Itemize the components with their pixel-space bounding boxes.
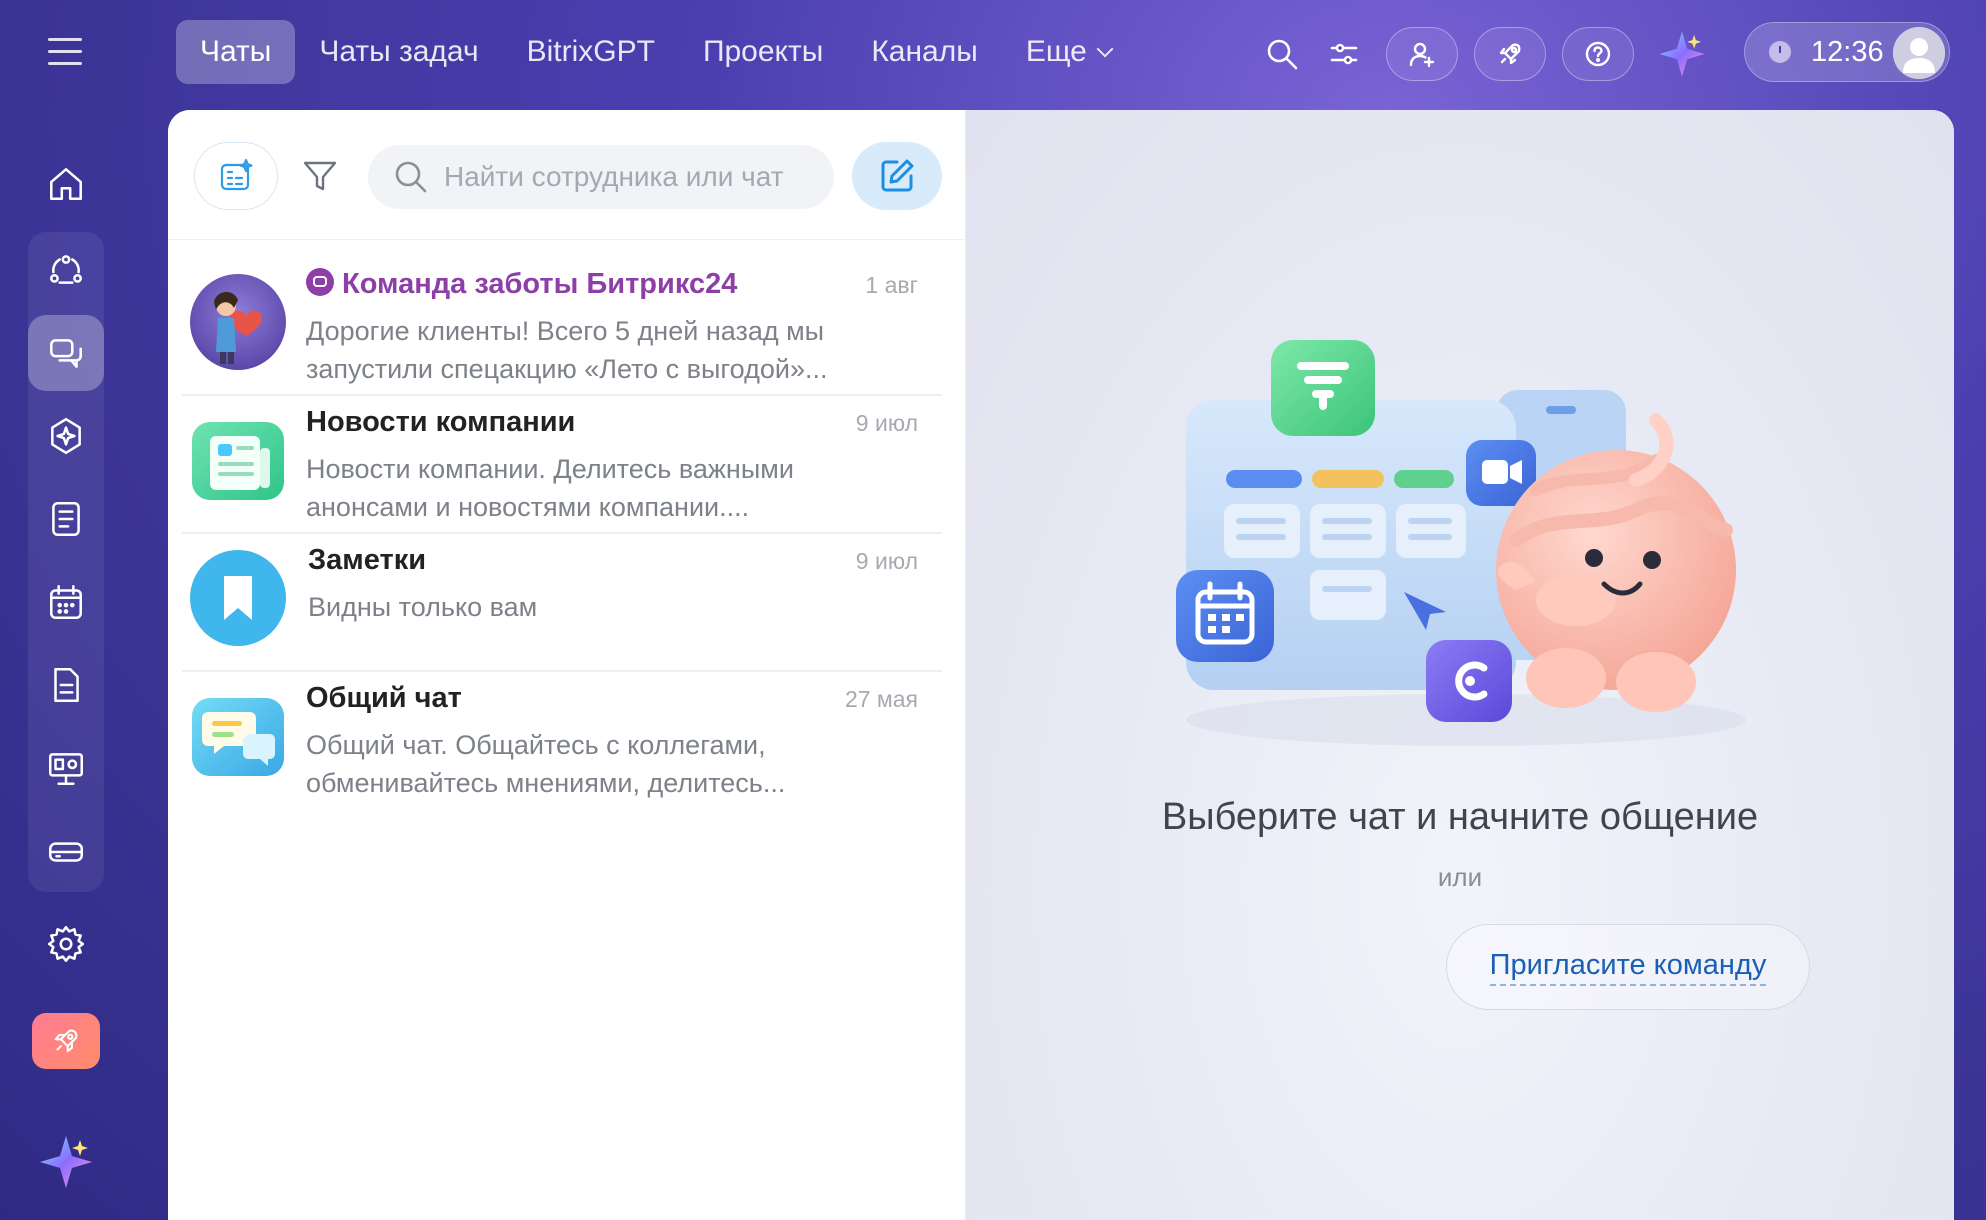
invite-user-icon[interactable] xyxy=(1386,27,1458,81)
tab-chats[interactable]: Чаты xyxy=(176,20,296,84)
chat-list-column: Команда заботы Битрикс24 1 авг Дорогие к… xyxy=(168,110,966,1220)
chat-title: Команда заботы Битрикс24 xyxy=(306,268,737,301)
chat-title: Заметки xyxy=(308,544,427,576)
rocket-icon[interactable] xyxy=(32,1013,100,1069)
search-icon xyxy=(395,161,427,193)
chat-preview: Общий чат. Общайтесь с коллегами, обмени… xyxy=(306,730,786,798)
work-time-widget[interactable]: 12:36 xyxy=(1744,22,1950,82)
list-item[interactable]: Заметки 9 июл Видны только вам xyxy=(182,534,942,672)
list-item[interactable]: Общий чат 27 мая Общий чат. Общайтесь с … xyxy=(182,672,942,810)
chat-list-toolbar xyxy=(168,110,966,240)
ai-list-icon[interactable] xyxy=(194,142,278,210)
chats-icon[interactable] xyxy=(28,315,104,391)
chat-date: 9 июл xyxy=(855,548,918,574)
ai-assistant-icon[interactable] xyxy=(1656,28,1708,80)
rocket-icon[interactable] xyxy=(1474,27,1546,81)
support-avatar xyxy=(190,274,286,370)
top-navigation: Чаты Чаты задач BitrixGPT Проекты Каналы… xyxy=(176,20,1135,84)
tab-task-chats[interactable]: Чаты задач xyxy=(295,20,502,84)
menu-icon[interactable] xyxy=(48,38,82,66)
search-icon[interactable] xyxy=(1254,26,1310,82)
drive-icon[interactable] xyxy=(28,813,104,889)
home-icon[interactable] xyxy=(28,146,104,222)
current-time: 12:36 xyxy=(1811,35,1884,68)
chat-avatar xyxy=(190,688,286,784)
copilot-icon[interactable] xyxy=(28,398,104,474)
docs-icon[interactable] xyxy=(28,647,104,723)
tab-channels[interactable]: Каналы xyxy=(847,20,1001,84)
chat-date: 9 июл xyxy=(855,410,918,436)
filter-icon[interactable] xyxy=(300,156,344,200)
chat-title-text: Команда заботы Битрикс24 xyxy=(342,268,738,300)
chat-date: 27 мая xyxy=(844,686,918,712)
tasks-icon[interactable] xyxy=(28,481,104,557)
support-bot-icon xyxy=(306,268,334,296)
ai-assistant-icon[interactable] xyxy=(36,1132,96,1192)
chat-empty-state: Выберите чат и начните общение или Пригл… xyxy=(966,110,1954,1220)
tab-more-label: Еще xyxy=(1025,35,1087,68)
list-item[interactable]: Команда заботы Битрикс24 1 авг Дорогие к… xyxy=(182,258,942,396)
main-panel: Команда заботы Битрикс24 1 авг Дорогие к… xyxy=(168,110,1954,1220)
search-field[interactable] xyxy=(368,145,834,209)
invite-team-button[interactable]: Пригласите команду xyxy=(1446,924,1810,1010)
top-actions xyxy=(1254,24,1750,84)
left-sidebar xyxy=(0,0,132,1220)
news-avatar xyxy=(190,412,286,508)
empty-state-or: или xyxy=(1437,862,1483,892)
calendar-icon[interactable] xyxy=(28,564,104,640)
chat-illustration xyxy=(1136,330,1776,750)
chevron-down-icon xyxy=(1096,40,1114,58)
clock-icon xyxy=(1769,41,1791,63)
new-chat-button[interactable] xyxy=(852,142,942,210)
user-avatar[interactable] xyxy=(1893,27,1945,79)
settings-icon[interactable] xyxy=(28,906,104,982)
search-input[interactable] xyxy=(444,161,824,193)
chat-preview: Новости компании. Делитесь важными анонс… xyxy=(306,454,794,522)
chat-title: Общий чат xyxy=(306,682,462,714)
chat-date: 1 авг xyxy=(865,272,918,298)
chat-preview: Видны только вам xyxy=(308,592,538,622)
tab-more[interactable]: Еще xyxy=(1002,20,1135,84)
list-item[interactable]: Новости компании 9 июл Новости компании.… xyxy=(182,396,942,534)
help-icon[interactable] xyxy=(1562,27,1634,81)
chat-preview: Дорогие клиенты! Всего 5 дней назад мы з… xyxy=(306,316,828,384)
settings-sliders-icon[interactable] xyxy=(1316,26,1372,82)
bookmark-avatar xyxy=(190,550,286,646)
empty-state-title: Выберите чат и начните общение xyxy=(1161,796,1759,838)
chat-title: Новости компании xyxy=(306,406,576,438)
tab-projects[interactable]: Проекты xyxy=(679,20,847,84)
feed-icon[interactable] xyxy=(28,232,104,308)
board-icon[interactable] xyxy=(28,730,104,806)
invite-team-label: Пригласите команду xyxy=(1489,949,1767,986)
tab-bitrixgpt[interactable]: BitrixGPT xyxy=(503,20,679,84)
